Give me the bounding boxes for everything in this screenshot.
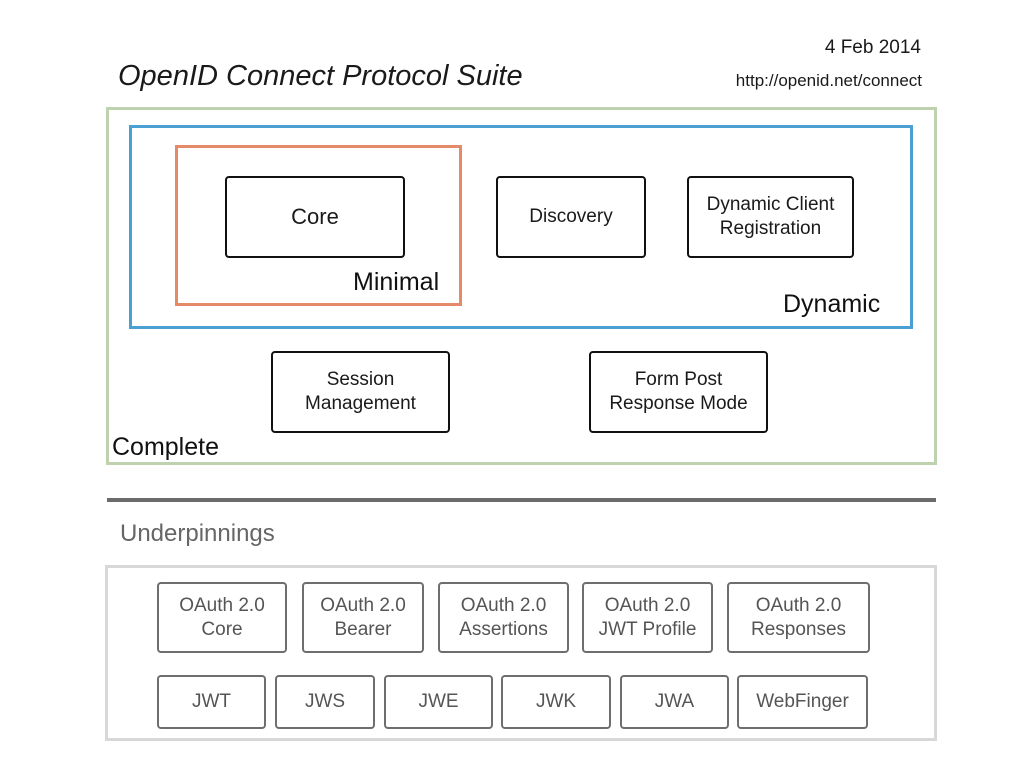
underpinning-oauth-responses[interactable]: OAuth 2.0 Responses [727, 582, 870, 653]
underpinning-oauth-core[interactable]: OAuth 2.0 Core [157, 582, 287, 653]
underpinning-jwk[interactable]: JWK [501, 675, 611, 729]
spec-dynamic-client-registration[interactable]: Dynamic Client Registration [687, 176, 854, 258]
spec-discovery[interactable]: Discovery [496, 176, 646, 258]
underpinnings-label: Underpinnings [120, 520, 275, 547]
url-link[interactable]: http://openid.net/connect [736, 71, 922, 91]
underpinning-oauth-assertions[interactable]: OAuth 2.0 Assertions [438, 582, 569, 653]
date-label: 4 Feb 2014 [824, 37, 921, 58]
underpinning-oauth-bearer[interactable]: OAuth 2.0 Bearer [302, 582, 424, 653]
underpinning-jws[interactable]: JWS [275, 675, 375, 729]
underpinning-jwe[interactable]: JWE [384, 675, 493, 729]
spec-form-post-response-mode[interactable]: Form Post Response Mode [589, 351, 768, 433]
spec-core[interactable]: Core [225, 176, 405, 258]
underpinning-webfinger[interactable]: WebFinger [737, 675, 868, 729]
underpinning-jwa[interactable]: JWA [620, 675, 729, 729]
dynamic-group-label: Dynamic [783, 290, 881, 318]
spec-session-management[interactable]: Session Management [271, 351, 450, 433]
diagram-title: OpenID Connect Protocol Suite [118, 60, 523, 92]
underpinning-oauth-jwt-profile[interactable]: OAuth 2.0 JWT Profile [582, 582, 713, 653]
minimal-group-label: Minimal [353, 268, 440, 296]
section-divider [107, 498, 936, 502]
complete-group-label: Complete [112, 433, 219, 461]
underpinning-jwt[interactable]: JWT [157, 675, 266, 729]
